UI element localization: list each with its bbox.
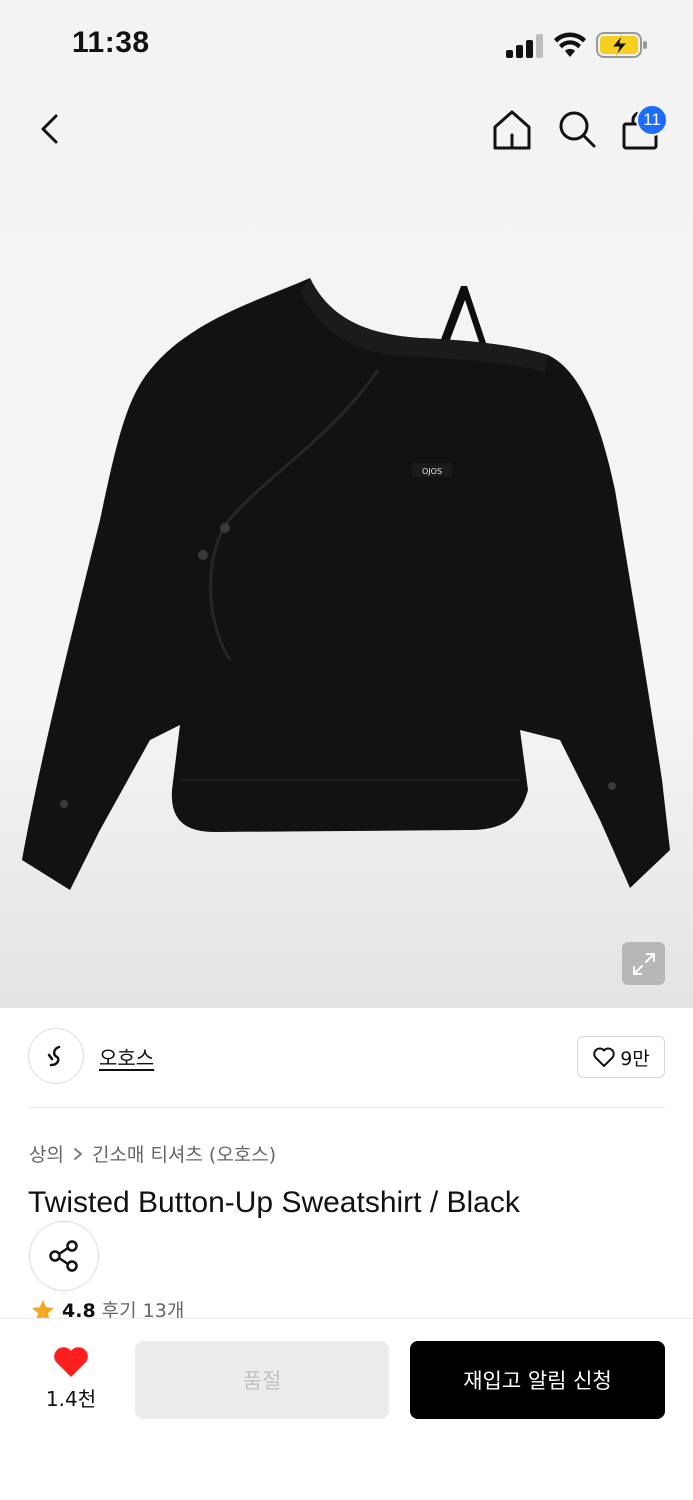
svg-text:OJOS: OJOS — [422, 467, 442, 476]
wishlist-button[interactable]: 1.4천 — [30, 1343, 112, 1413]
product-photo-sweatshirt: OJOS — [22, 278, 670, 890]
cart-count-badge: 11 — [636, 104, 668, 136]
divider — [28, 1107, 665, 1108]
wifi-icon — [554, 32, 586, 57]
breadcrumb: 상의 긴소매 티셔츠 (오호스) — [29, 1140, 276, 1167]
breadcrumb-category[interactable]: 상의 — [29, 1140, 64, 1167]
bottom-action-bar: 1.4천 품절 재입고 알림 신청 — [0, 1318, 693, 1500]
product-image-area: 11:38 11 OJOS — [0, 0, 693, 1008]
share-button[interactable] — [29, 1221, 99, 1291]
review-count-link[interactable]: 후기 13개 — [102, 1298, 185, 1320]
chevron-right-icon — [74, 1147, 82, 1160]
brand-name-link[interactable]: 오호스 — [99, 1042, 154, 1071]
soldout-button: 품절 — [135, 1341, 389, 1419]
battery-charging-icon — [596, 32, 647, 58]
brand-like-button[interactable]: 9만 — [577, 1036, 665, 1078]
star-icon — [32, 1300, 54, 1320]
back-icon[interactable] — [30, 108, 72, 150]
home-icon[interactable] — [490, 108, 534, 152]
rating-value: 4.8 — [62, 1300, 96, 1320]
restock-alert-button[interactable]: 재입고 알림 신청 — [410, 1341, 665, 1419]
expand-image-button[interactable] — [622, 942, 665, 985]
breadcrumb-subcategory[interactable]: 긴소매 티셔츠 (오호스) — [92, 1140, 276, 1167]
search-icon[interactable] — [556, 108, 598, 150]
share-icon — [49, 1240, 78, 1272]
status-bar: 11:38 — [0, 0, 693, 90]
cellular-signal-icon — [506, 34, 543, 58]
brand-like-count: 9만 — [620, 1047, 650, 1070]
brand-row: 오호스 9만 — [28, 1028, 665, 1086]
brand-logo-icon — [47, 1045, 61, 1067]
brand-logo[interactable] — [28, 1028, 84, 1084]
rating-row: 4.8 후기 13개 — [30, 1298, 184, 1320]
heart-outline-icon — [593, 1047, 615, 1067]
product-title: Twisted Button-Up Sweatshirt / Black — [28, 1186, 520, 1219]
heart-filled-icon — [54, 1347, 88, 1377]
wishlist-count: 1.4천 — [45, 1387, 97, 1411]
status-time: 11:38 — [72, 26, 150, 59]
expand-icon — [632, 952, 655, 975]
